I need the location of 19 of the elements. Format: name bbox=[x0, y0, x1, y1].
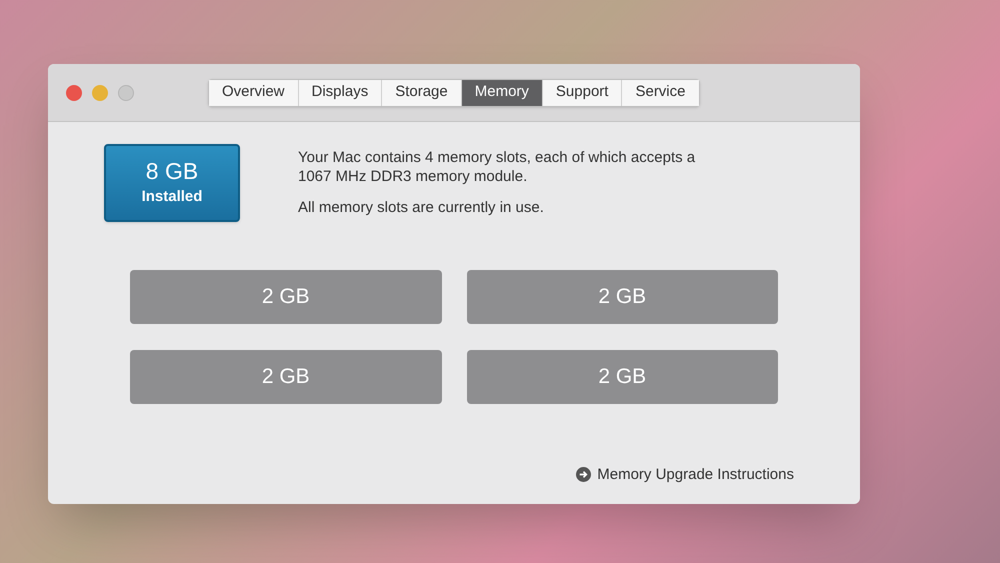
arrow-circle-icon bbox=[576, 467, 592, 482]
minimize-button[interactable] bbox=[92, 84, 108, 100]
installed-label: Installed bbox=[142, 187, 202, 208]
memory-amount: 8 GB bbox=[146, 157, 198, 186]
description-text: Your Mac contains 4 memory slots, each of which accepts a 1067 MHz DDR3 memory module. bbox=[298, 148, 696, 186]
tab[interactable]: Service bbox=[622, 80, 698, 106]
memory-slot: 2 GB bbox=[130, 270, 442, 324]
tab[interactable]: Overview bbox=[209, 80, 299, 106]
zoom-button[interactable] bbox=[118, 84, 134, 100]
upgrade-instructions-link[interactable]: Memory Upgrade Instructions bbox=[576, 464, 794, 486]
memory-slot: 2 GB bbox=[130, 350, 442, 404]
tab[interactable]: Support bbox=[542, 80, 622, 106]
memory-slot: 2 GB bbox=[466, 350, 778, 404]
tab[interactable]: Memory bbox=[462, 80, 543, 106]
memory-slot: 2 GB bbox=[466, 270, 778, 324]
tab[interactable]: Storage bbox=[382, 80, 462, 106]
description-text: All memory slots are currently in use. bbox=[298, 198, 545, 217]
close-button[interactable] bbox=[66, 84, 82, 100]
tab[interactable]: Displays bbox=[298, 80, 382, 106]
